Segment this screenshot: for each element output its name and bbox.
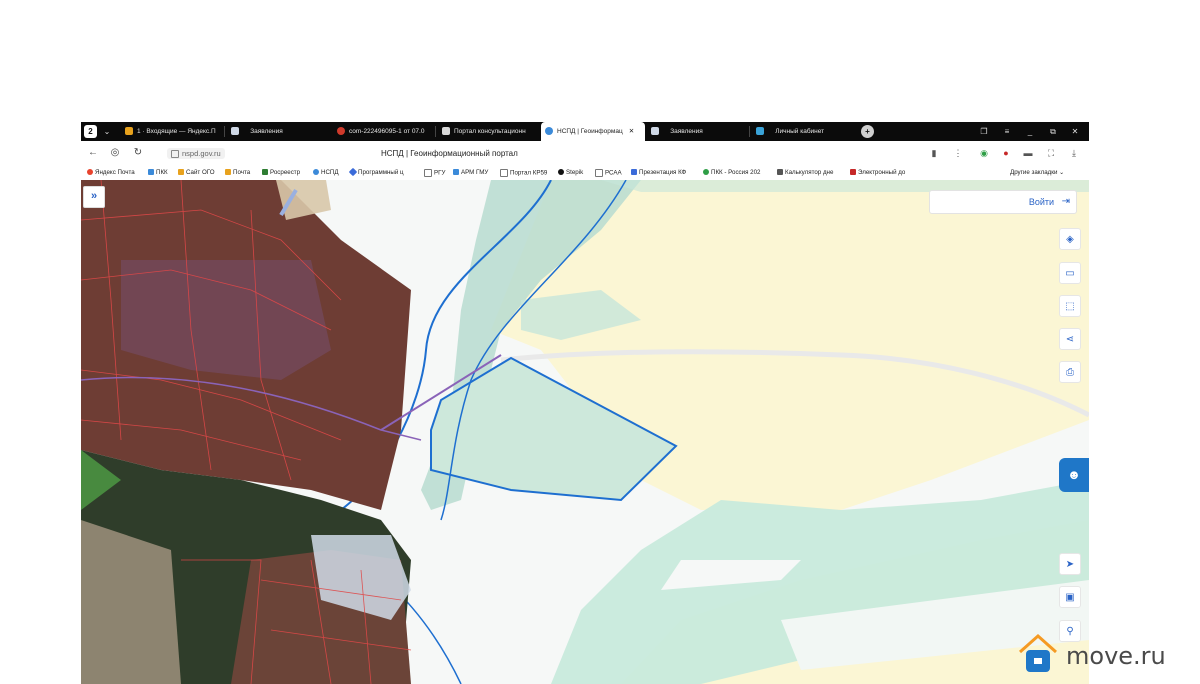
pkk-icon: [148, 169, 154, 176]
tab-nspd[interactable]: НСПД | Геоинформац ✕: [541, 122, 645, 141]
calculator-icon: [777, 169, 783, 176]
minimize-button[interactable]: _: [1022, 122, 1038, 141]
tab-separator: [224, 126, 225, 137]
check-icon: [703, 169, 709, 176]
chat-icon[interactable]: ⛶: [1044, 148, 1058, 159]
close-tab-icon[interactable]: ✕: [629, 128, 634, 135]
cabinet-icon: [756, 127, 764, 136]
doc-icon: [231, 127, 239, 136]
bookmark-item[interactable]: Сайт ОГО: [178, 169, 215, 176]
tab-com[interactable]: com-222496095-1 от 07.0: [333, 122, 433, 141]
presentation-icon: [631, 169, 637, 176]
watermark: move.ru: [1010, 628, 1200, 678]
pin-extension-icon[interactable]: ●: [999, 148, 1013, 158]
shield-extension-icon[interactable]: ◉: [977, 148, 991, 159]
more-vert-icon[interactable]: ⋮: [951, 148, 965, 159]
site-icon: [178, 169, 184, 176]
program-icon: [348, 168, 358, 177]
bookmark-item[interactable]: Портал КР59: [500, 169, 547, 177]
share-icon[interactable]: ⋖: [1059, 328, 1081, 350]
bookmark-item[interactable]: Калькулятор дне: [777, 169, 833, 176]
restore-button[interactable]: ⧉: [1045, 122, 1061, 141]
locate-icon[interactable]: ➤: [1059, 553, 1081, 575]
tab-applications-1[interactable]: Заявления: [227, 122, 327, 141]
back-button[interactable]: ←: [86, 147, 100, 158]
bookmark-item[interactable]: ПКК - Россия 202: [703, 169, 761, 176]
globe-icon: [545, 127, 553, 136]
tab-separator: [749, 126, 750, 137]
watermark-text: move.ru: [1066, 642, 1166, 670]
reload-button[interactable]: ↻: [131, 147, 145, 158]
other-bookmarks[interactable]: Другие закладки ⌄: [1010, 169, 1064, 176]
browser-window: 2 ⌄ 1 · Входящие — Яндекс.П Заявления co…: [81, 122, 1089, 684]
lock-icon: [171, 150, 179, 159]
mail-icon: [125, 127, 133, 136]
bookmark-item[interactable]: АРМ ГМУ: [453, 169, 488, 176]
yandex-mail-icon: [87, 169, 93, 176]
rosreestr-icon: [262, 169, 268, 176]
tab-mail[interactable]: 1 · Входящие — Яндекс.П: [121, 122, 221, 141]
pin-icon: [337, 127, 345, 136]
browser-logo-icon[interactable]: 2: [84, 125, 97, 138]
tab-consult-portal[interactable]: Портал консультационн: [438, 122, 538, 141]
page-icon: [424, 169, 432, 177]
downloads-icon[interactable]: ⤓: [1067, 148, 1081, 159]
expand-panel-button[interactable]: »: [83, 186, 105, 208]
login-label[interactable]: Войти: [1029, 197, 1054, 207]
tab-strip: 2 ⌄ 1 · Входящие — Яндекс.П Заявления co…: [81, 122, 1089, 141]
layers-icon[interactable]: ◈: [1059, 228, 1081, 250]
hat-extension-icon[interactable]: ▬: [1021, 148, 1035, 158]
help-chat-button[interactable]: ☻: [1059, 458, 1089, 492]
login-box[interactable]: Войти ⇥: [929, 190, 1077, 214]
login-icon[interactable]: ⇥: [1062, 196, 1070, 207]
page-icon: [442, 127, 450, 136]
minimap-icon[interactable]: ▣: [1059, 586, 1081, 608]
tab-personal-cabinet[interactable]: Личный кабинет: [752, 122, 852, 141]
stepik-icon: [558, 169, 564, 176]
select-area-icon[interactable]: ⬚: [1059, 295, 1081, 317]
tab-separator: [435, 126, 436, 137]
bookmark-item[interactable]: Почта: [225, 169, 250, 176]
ruler-icon[interactable]: ▭: [1059, 262, 1081, 284]
bookmark-icon[interactable]: ▮: [927, 148, 941, 159]
protect-icon[interactable]: ◎: [108, 147, 122, 158]
menu-icon[interactable]: ≡: [999, 122, 1015, 141]
map-canvas[interactable]: » Войти ⇥ ◈ ▭ ⬚ ⋖ ⎙ ☻ ➤ ▣ ⚲: [81, 180, 1089, 684]
bookmark-item[interactable]: Программный ц: [348, 168, 404, 177]
bookmark-item[interactable]: Электронный до: [850, 169, 905, 176]
bookmarks-bar: Яндекс Почта ПКК Сайт ОГО Почта Росреест…: [81, 168, 1089, 180]
house-logo-icon: [1019, 633, 1057, 672]
url-field[interactable]: nspd.gov.ru: [167, 148, 225, 160]
chevron-down-icon[interactable]: ⌄: [99, 122, 115, 141]
bookmark-item[interactable]: РСАА: [595, 169, 622, 177]
arm-icon: [453, 169, 459, 176]
bookmark-item[interactable]: Stepik: [558, 169, 583, 176]
print-icon[interactable]: ⎙: [1059, 361, 1081, 383]
bookmark-item[interactable]: ПКК: [148, 169, 168, 176]
page-icon: [595, 169, 603, 177]
document-icon: [850, 169, 856, 176]
address-bar: ← ◎ ↻ nspd.gov.ru НСПД | Геоинформационн…: [81, 141, 1089, 168]
bookmark-item[interactable]: РГУ: [424, 169, 445, 177]
page-title: НСПД | Геоинформационный портал: [381, 149, 518, 158]
bookmark-item[interactable]: Яндекс Почта: [87, 169, 135, 176]
bookmark-item[interactable]: Росреестр: [262, 169, 300, 176]
new-tab-button[interactable]: +: [861, 125, 874, 138]
mail-icon: [225, 169, 231, 176]
close-window-button[interactable]: ✕: [1067, 122, 1083, 141]
doc-icon: [651, 127, 659, 136]
bookmark-item[interactable]: Презентация КФ: [631, 169, 686, 176]
page-icon: [500, 169, 508, 177]
tabs-overview-icon[interactable]: ❐: [976, 122, 992, 141]
bookmark-item[interactable]: НСПД: [313, 169, 339, 176]
map-layers: [81, 180, 1089, 684]
tab-applications-2[interactable]: Заявления: [647, 122, 747, 141]
nspd-icon: [313, 169, 319, 176]
